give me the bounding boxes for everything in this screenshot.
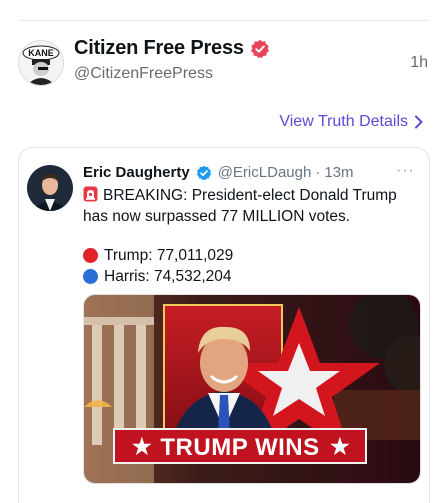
quoted-post-body: BREAKING: President-elect Donald Trump h… bbox=[83, 187, 397, 225]
quoted-author-handle[interactable]: @EricLDaugh bbox=[218, 164, 312, 181]
quoted-post-card[interactable]: Eric Daugherty @EricLDaugh · 13m ··· BRE… bbox=[18, 147, 430, 503]
separator-dot: · bbox=[315, 164, 321, 181]
vote-line-harris: Harris: 74,532,204 bbox=[83, 266, 233, 287]
vote-label-harris: Harris: 74,532,204 bbox=[104, 268, 232, 285]
verified-badge-icon bbox=[250, 39, 270, 59]
vote-label-trump: Trump: 77,011,029 bbox=[104, 247, 234, 264]
vote-results: Trump: 77,011,029 Harris: 74,532,204 bbox=[83, 245, 233, 287]
avatar-text: KANE bbox=[28, 48, 54, 58]
top-divider bbox=[20, 20, 428, 21]
siren-icon bbox=[83, 186, 98, 202]
blue-check-icon bbox=[196, 165, 212, 181]
quoted-author-avatar[interactable] bbox=[27, 165, 73, 211]
author-name-row: Citizen Free Press bbox=[74, 37, 270, 60]
author-handle[interactable]: @CitizenFreePress bbox=[74, 65, 213, 83]
quoted-post-text: BREAKING: President-elect Donald Trump h… bbox=[83, 185, 419, 227]
post-image[interactable]: ★ TRUMP WINS ★ bbox=[83, 294, 421, 484]
post-time: 1h bbox=[410, 54, 428, 71]
view-truth-details-link[interactable]: View Truth Details bbox=[279, 113, 424, 131]
quoted-post-time: 13m bbox=[324, 164, 354, 181]
more-options-icon[interactable]: ··· bbox=[396, 162, 415, 180]
banner-text: TRUMP WINS bbox=[160, 434, 319, 461]
author-avatar[interactable]: KANE bbox=[18, 40, 64, 86]
banner-star-left-icon: ★ bbox=[132, 434, 152, 459]
blue-circle-icon bbox=[83, 269, 98, 284]
chevron-right-icon bbox=[414, 115, 424, 130]
banner-star-right-icon: ★ bbox=[330, 434, 350, 459]
truth-header: KANE Citizen Free Press @CitizenFreePres… bbox=[0, 30, 446, 100]
author-name[interactable]: Citizen Free Press bbox=[74, 37, 244, 60]
quoted-author-header: Eric Daugherty @EricLDaugh · 13m bbox=[83, 164, 354, 181]
vote-line-trump: Trump: 77,011,029 bbox=[83, 245, 233, 266]
view-truth-details-label: View Truth Details bbox=[279, 113, 408, 130]
quoted-author-name[interactable]: Eric Daugherty bbox=[83, 164, 190, 181]
red-circle-icon bbox=[83, 248, 98, 263]
